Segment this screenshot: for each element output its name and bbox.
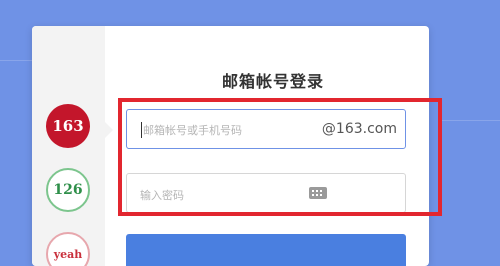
login-button[interactable] bbox=[126, 234, 406, 266]
provider-163-logo[interactable]: 163 bbox=[46, 104, 90, 148]
provider-163-label: 163 bbox=[52, 117, 84, 135]
background-line bbox=[440, 120, 500, 121]
highlight-box bbox=[118, 98, 442, 216]
sidebar-pointer bbox=[105, 122, 113, 138]
provider-126-label: 126 bbox=[53, 182, 83, 198]
login-title: 邮箱帐号登录 bbox=[221, 72, 324, 91]
provider-yeah-label: yeah bbox=[53, 247, 83, 261]
provider-126-logo[interactable]: 126 bbox=[46, 168, 90, 212]
